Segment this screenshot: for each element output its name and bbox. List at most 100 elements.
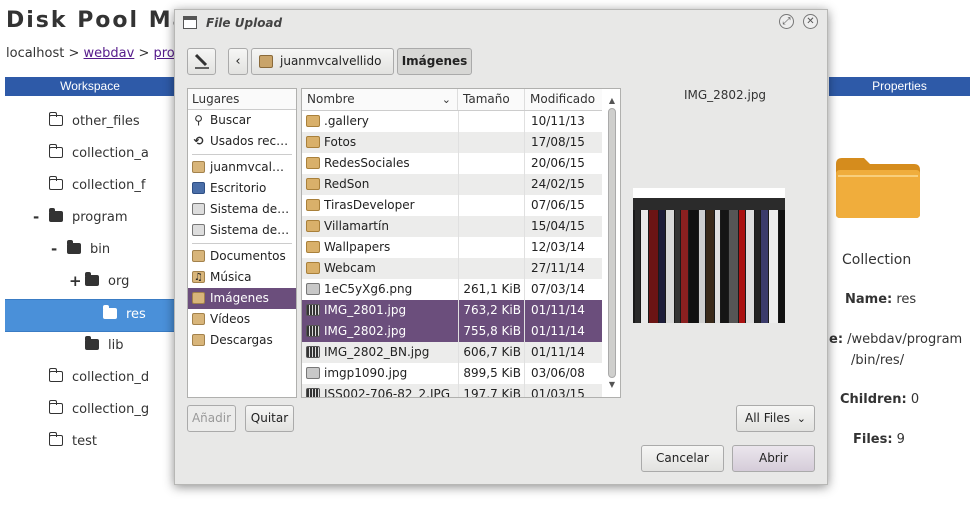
folder-icon [306, 157, 320, 169]
tree-node[interactable]: + org [5, 267, 180, 298]
tree-node[interactable]: collection_d [5, 363, 180, 394]
file-name: Webcam [324, 261, 376, 275]
file-list-header: Nombre ⌄ Tamaño Modificado [302, 89, 602, 111]
file-name: Villamartín [324, 219, 389, 233]
chevron-left-icon: ‹ [235, 54, 241, 69]
breadcrumb-host: localhost [6, 46, 65, 61]
photo-book-spine [649, 210, 658, 323]
place-item[interactable]: Descargas [188, 330, 296, 351]
tree-node-label: collection_g [72, 402, 150, 417]
tree-node-label: org [108, 274, 130, 289]
restore-button[interactable]: ⤢ [779, 14, 794, 29]
place-item[interactable]: ⟲ Usados rec… [188, 131, 296, 152]
place-label: Sistema de… [210, 223, 290, 237]
file-row[interactable]: TirasDeveloper 07/06/15 [302, 195, 602, 216]
tree-node[interactable]: - program [5, 203, 180, 234]
photo-book-spine [739, 210, 745, 323]
file-row[interactable]: ISS002-706-82_2.JPG 197,7 KiB 01/03/15 [302, 384, 602, 398]
scroll-up-icon[interactable]: ▲ [606, 96, 618, 106]
preview-image [633, 188, 785, 323]
scroll-down-icon[interactable]: ▼ [606, 380, 618, 390]
collapse-icon[interactable]: - [33, 208, 39, 226]
restore-icon: ⤢ [782, 16, 791, 27]
close-button[interactable]: ✕ [803, 14, 818, 29]
photo-book-spine [681, 210, 688, 323]
file-row[interactable]: imgp1090.jpg 899,5 KiB 03/06/08 [302, 363, 602, 384]
file-row[interactable]: Fotos 17/08/15 [302, 132, 602, 153]
file-name: RedesSociales [324, 156, 410, 170]
path-back-button[interactable]: ‹ [228, 48, 248, 75]
tree-node[interactable]: lib [5, 331, 180, 362]
file-row[interactable]: .gallery 10/11/13 [302, 111, 602, 132]
property-children-value: 0 [906, 392, 920, 407]
file-size [457, 174, 523, 195]
file-row[interactable]: Villamartín 15/04/15 [302, 216, 602, 237]
place-item[interactable]: Documentos [188, 246, 296, 267]
tree-node[interactable]: collection_f [5, 171, 180, 202]
place-item[interactable]: Sistema de… [188, 199, 296, 220]
file-size [457, 132, 523, 153]
breadcrumb-sep: > [64, 46, 84, 61]
file-name: IMG_2802_BN.jpg [324, 345, 430, 359]
file-filter-select[interactable]: All Files ⌄ [736, 405, 815, 432]
column-modified[interactable]: Modificado [525, 89, 602, 110]
place-label: Descargas [210, 333, 273, 347]
scroll-thumb[interactable] [608, 108, 616, 378]
file-row[interactable]: RedesSociales 20/06/15 [302, 153, 602, 174]
place-item[interactable]: Imágenes [188, 288, 296, 309]
cancel-button[interactable]: Cancelar [641, 445, 724, 472]
file-modified: 07/03/14 [531, 282, 585, 296]
tree-node[interactable]: collection_a [5, 139, 180, 170]
music-icon: ♫ [192, 271, 205, 283]
place-item[interactable]: Vídeos [188, 309, 296, 330]
remove-button[interactable]: Quitar [245, 405, 294, 432]
folder-icon [49, 208, 63, 222]
add-button[interactable]: Añadir [187, 405, 236, 432]
dialog-titlebar[interactable]: File Upload ⤢ ✕ [175, 10, 827, 37]
file-size: 755,8 KiB [463, 324, 521, 338]
column-name[interactable]: Nombre ⌄ [302, 89, 458, 110]
open-button[interactable]: Abrir [732, 445, 815, 472]
file-size [457, 216, 523, 237]
places-header[interactable]: Lugares [188, 89, 296, 110]
property-name-value: res [892, 292, 917, 307]
column-size[interactable]: Tamaño [458, 89, 525, 110]
image-file-icon [306, 304, 320, 316]
file-name: 1eC5yXg6.png [324, 282, 413, 296]
tree-node[interactable]: other_files [5, 107, 180, 138]
file-row[interactable]: Wallpapers 12/03/14 [302, 237, 602, 258]
places-separator [192, 243, 292, 244]
path-segment-current[interactable]: Imágenes [397, 48, 472, 75]
tree-node[interactable]: test [5, 427, 180, 458]
pencil-icon [194, 53, 209, 69]
photo-book-spine [635, 210, 640, 323]
file-row[interactable]: Webcam 27/11/14 [302, 258, 602, 279]
property-type: Collection [842, 252, 912, 268]
place-item[interactable]: juanmvcal… [188, 157, 296, 178]
tree-node[interactable]: res [5, 299, 180, 332]
places-pane: Lugares ⚲ Buscar ⟲ Usados rec… juanmvcal… Esc… [187, 88, 297, 398]
file-modified: 07/06/15 [531, 198, 585, 212]
column-name-label: Nombre [307, 92, 355, 106]
path-segment-home[interactable]: juanmvcalvellido [251, 48, 394, 75]
file-row[interactable]: IMG_2801.jpg 763,2 KiB 01/11/14 [302, 300, 602, 321]
type-location-button[interactable] [187, 48, 216, 75]
photo-book-spine [666, 210, 674, 323]
file-list-scrollbar[interactable]: ▲ ▼ [606, 96, 618, 392]
tree-node[interactable]: collection_g [5, 395, 180, 426]
collapse-icon[interactable]: - [51, 240, 57, 258]
file-row[interactable]: RedSon 24/02/15 [302, 174, 602, 195]
file-row[interactable]: IMG_2802_BN.jpg 606,7 KiB 01/11/14 [302, 342, 602, 363]
breadcrumb-link-webdav[interactable]: webdav [84, 46, 135, 61]
pictures-icon [192, 292, 205, 304]
expand-icon[interactable]: + [69, 272, 82, 290]
file-row[interactable]: 1eC5yXg6.png 261,1 KiB 07/03/14 [302, 279, 602, 300]
file-name: IMG_2802.jpg [324, 324, 407, 338]
tree-node[interactable]: - bin [5, 235, 180, 266]
file-size: 197,7 KiB [463, 387, 521, 398]
place-item[interactable]: ⚲ Buscar [188, 110, 296, 131]
place-item[interactable]: Sistema de… [188, 220, 296, 241]
place-item[interactable]: Escritorio [188, 178, 296, 199]
file-row[interactable]: IMG_2802.jpg 755,8 KiB 01/11/14 [302, 321, 602, 342]
place-item[interactable]: ♫ Música [188, 267, 296, 288]
